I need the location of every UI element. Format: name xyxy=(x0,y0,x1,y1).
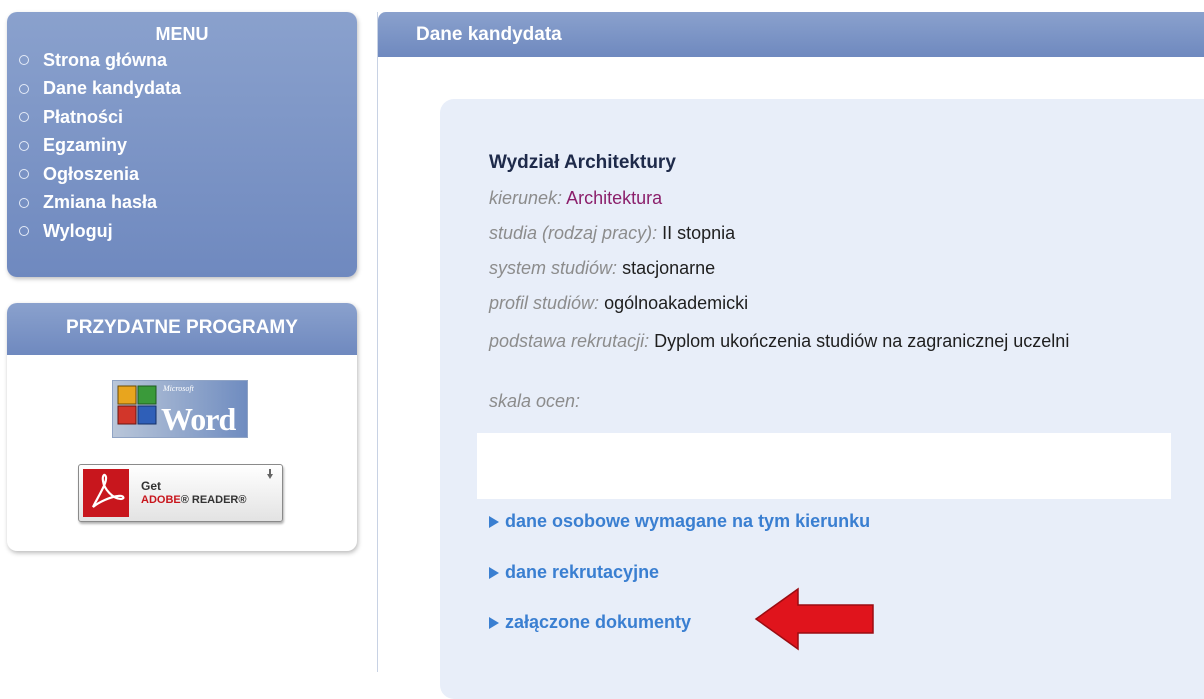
link-zalaczone-dokumenty[interactable]: załączone dokumenty xyxy=(489,612,691,633)
bullet-icon xyxy=(19,83,29,94)
field-value: Architektura xyxy=(566,188,663,208)
tools-title: PRZYDATNE PROGRAMY xyxy=(7,303,357,355)
menu-item-zmiana-hasla[interactable]: Zmiana hasła xyxy=(19,189,357,218)
bullet-icon xyxy=(19,226,29,237)
menu-item-label: Dane kandydata xyxy=(43,78,182,99)
tools-panel: PRZYDATNE PROGRAMY Microsoft Word Get AD… xyxy=(7,303,357,551)
ms-word-link[interactable]: Microsoft Word xyxy=(112,380,248,438)
link-label: załączone dokumenty xyxy=(505,612,692,632)
field-value: ogólnoakademicki xyxy=(604,293,749,313)
menu-item-platnosci[interactable]: Płatności xyxy=(19,103,357,132)
menu-item-egzaminy[interactable]: Egzaminy xyxy=(19,132,357,161)
annotation-arrow-icon xyxy=(754,587,874,651)
adobe-brand: ADOBE xyxy=(141,494,181,506)
bullet-icon xyxy=(19,197,29,208)
expand-arrow-icon xyxy=(489,616,499,629)
field-label: profil studiów: xyxy=(489,293,600,313)
field-label: skala ocen: xyxy=(489,391,581,411)
field-label: system studiów: xyxy=(489,258,618,278)
bullet-icon xyxy=(19,55,29,66)
get-adobe-reader-button[interactable]: Get ADOBE® READER® xyxy=(78,464,283,522)
menu-item-ogloszenia[interactable]: Ogłoszenia xyxy=(19,160,357,189)
field-kierunek: kierunek: Architektura xyxy=(489,186,662,210)
menu-panel: MENU Strona główna Dane kandydata Płatno… xyxy=(7,12,357,277)
field-skala: skala ocen: xyxy=(489,389,580,413)
menu-item-label: Płatności xyxy=(43,106,124,127)
download-arrow-icon xyxy=(267,469,273,479)
bullet-icon xyxy=(19,140,29,151)
menu-item-label: Ogłoszenia xyxy=(43,163,140,184)
adobe-reader-label: ADOBE® READER® xyxy=(141,494,247,506)
menu-title: MENU xyxy=(155,24,209,44)
adobe-get-label: Get xyxy=(141,479,162,493)
faculty-name: Wydział Architektury xyxy=(489,152,676,173)
grade-scale-box xyxy=(477,433,1171,499)
field-profil: profil studiów: ogólnoakademicki xyxy=(489,291,748,315)
field-value: Dyplom ukończenia studiów na zagraniczne… xyxy=(654,331,1070,351)
link-dane-osobowe[interactable]: dane osobowe wymagane na tym kierunku xyxy=(489,511,870,532)
field-value: II stopnia xyxy=(662,223,736,243)
expand-arrow-icon xyxy=(489,515,499,528)
field-label: kierunek: xyxy=(489,188,563,208)
field-value: stacjonarne xyxy=(622,258,716,278)
menu-list: Strona główna Dane kandydata Płatności E… xyxy=(7,46,357,246)
menu-item-dane-kandydata[interactable]: Dane kandydata xyxy=(19,75,357,104)
menu-item-label: Wyloguj xyxy=(43,220,113,241)
menu-item-label: Egzaminy xyxy=(43,135,128,156)
expand-arrow-icon xyxy=(489,566,499,579)
bullet-icon xyxy=(19,112,29,123)
bullet-icon xyxy=(19,169,29,180)
field-system: system studiów: stacjonarne xyxy=(489,256,715,280)
adobe-product: READER xyxy=(191,494,239,506)
menu-item-strona-glowna[interactable]: Strona główna xyxy=(19,46,357,75)
menu-item-wyloguj[interactable]: Wyloguj xyxy=(19,217,357,246)
menu-item-label: Zmiana hasła xyxy=(43,192,158,213)
word-brand-large: Word xyxy=(161,401,236,437)
field-label: podstawa rekrutacji: xyxy=(489,331,650,351)
field-label: studia (rodzaj pracy): xyxy=(489,223,658,243)
adobe-pdf-icon xyxy=(83,469,129,517)
menu-item-label: Strona główna xyxy=(43,49,168,70)
word-brand-small: Microsoft xyxy=(163,384,194,393)
main-panel: Dane kandydata Wydział Architektury kier… xyxy=(377,12,1204,699)
link-dane-rekrutacyjne[interactable]: dane rekrutacyjne xyxy=(489,562,659,583)
link-label: dane rekrutacyjne xyxy=(505,562,660,582)
ms-word-icon xyxy=(117,385,157,425)
link-label: dane osobowe wymagane na tym kierunku xyxy=(505,511,871,531)
field-studia: studia (rodzaj pracy): II stopnia xyxy=(489,221,735,245)
page-title: Dane kandydata xyxy=(378,12,1204,57)
field-podstawa: podstawa rekrutacji: Dyplom ukończenia s… xyxy=(489,326,1169,357)
